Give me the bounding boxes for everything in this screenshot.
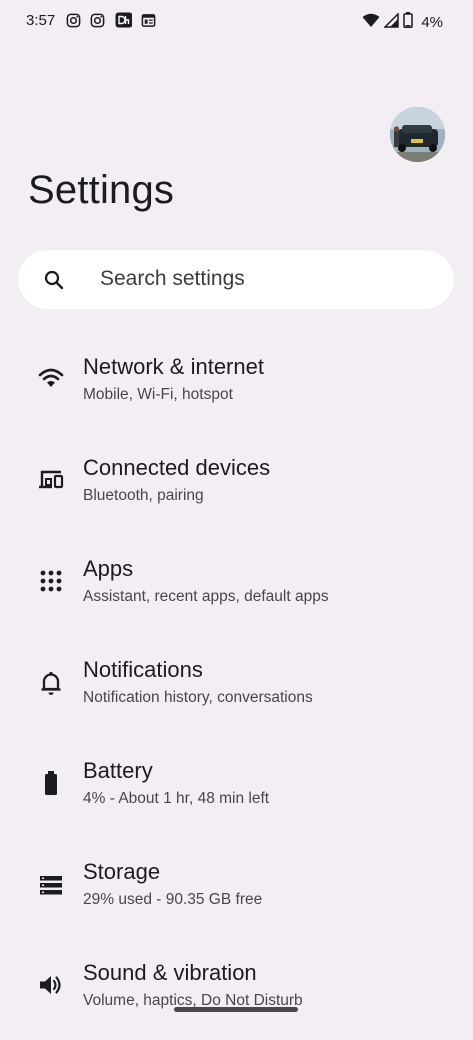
item-title: Apps [83,556,134,581]
item-title: Battery [83,758,153,783]
gesture-nav-handle[interactable] [174,1007,298,1012]
status-time: 3:57 [26,12,56,29]
settings-item-apps[interactable]: Apps Assistant, recent apps, default app… [0,536,473,636]
status-bar: 3:57 4% [0,0,473,44]
storage-icon [37,871,65,899]
search-bar[interactable]: Search settings [18,250,454,309]
item-title: Network & internet [83,354,264,379]
wifi-icon [362,13,380,33]
item-subtitle: Mobile, Wi-Fi, hotspot [83,386,233,403]
battery-icon [37,769,65,797]
item-title: Connected devices [83,455,271,480]
item-title: Notifications [83,657,203,682]
settings-item-storage[interactable]: Storage 29% used - 90.35 GB free [0,839,473,939]
news-icon [141,13,156,33]
account-avatar[interactable] [390,107,445,162]
search-icon [42,268,66,292]
search-placeholder: Search settings [100,267,245,290]
item-subtitle: 29% used - 90.35 GB free [83,891,263,908]
devices-icon [37,466,65,494]
settings-item-notifications[interactable]: Notifications Notification history, conv… [0,637,473,737]
item-title: Sound & vibration [83,960,257,985]
settings-item-sound[interactable]: Sound & vibration Volume, haptics, Do No… [0,940,473,1040]
wifi-icon [37,364,65,392]
instagram-icon [90,13,105,33]
page-title: Settings [28,168,175,212]
item-subtitle: Assistant, recent apps, default apps [83,588,329,605]
volume-icon [37,971,65,999]
item-subtitle: 4% - About 1 hr, 48 min left [83,790,270,807]
apps-grid-icon [37,567,65,595]
settings-item-network[interactable]: Network & internet Mobile, Wi-Fi, hotspo… [0,334,473,434]
signal-icon [383,11,400,33]
settings-item-connected-devices[interactable]: Connected devices Bluetooth, pairing [0,435,473,535]
item-subtitle: Bluetooth, pairing [83,487,204,504]
battery-percent: 4% [421,14,443,31]
dailyhunt-icon [114,12,133,33]
item-subtitle: Notification history, conversations [83,689,313,706]
item-title: Storage [83,859,161,884]
system-status-icons: 4% [362,11,443,33]
battery-icon [403,12,414,33]
notification-icons [66,12,156,33]
settings-item-battery[interactable]: Battery 4% - About 1 hr, 48 min left [0,738,473,838]
instagram-icon [66,13,81,33]
bell-icon [37,669,65,697]
